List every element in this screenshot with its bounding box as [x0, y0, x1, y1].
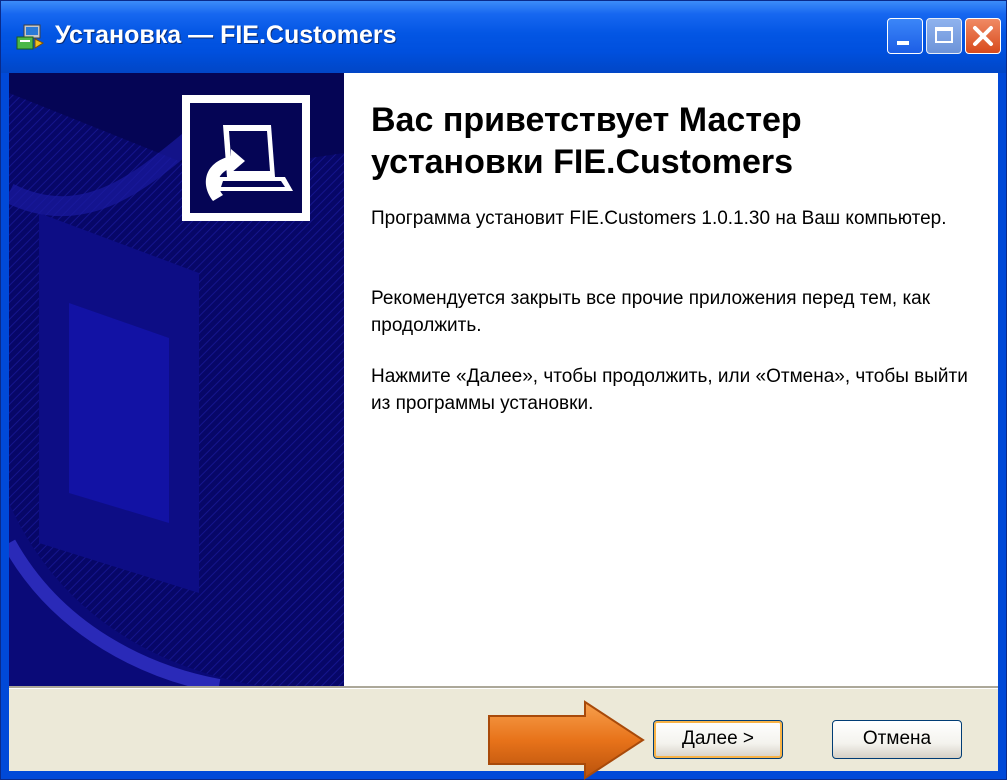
banner-artwork	[9, 73, 344, 686]
wizard-content: Вас приветствует Мастер установки FIE.Cu…	[344, 73, 998, 686]
close-button[interactable]	[965, 18, 1001, 54]
wizard-banner	[9, 73, 344, 686]
install-description: Программа установит FIE.Customers 1.0.1.…	[371, 208, 947, 229]
next-cancel-instructions: Нажмите «Далее», чтобы продолжить, или «…	[371, 366, 968, 414]
installer-window: Установка — FIE.Customers Вас приветству…	[0, 0, 1007, 780]
next-button-label: алее >	[694, 728, 755, 749]
title-bar[interactable]: Установка — FIE.Customers	[1, 1, 1006, 73]
next-button[interactable]: Далее >	[653, 720, 783, 759]
cancel-button-label: Отмена	[862, 728, 932, 749]
welcome-heading: Вас приветствует Мастер установки FIE.Cu…	[371, 101, 802, 181]
window-title: Установка — FIE.Customers	[55, 21, 397, 49]
close-apps-recommendation: Рекомендуется закрыть все прочие приложе…	[371, 288, 931, 336]
wizard-client-area: Вас приветствует Мастер установки FIE.Cu…	[9, 73, 998, 771]
close-icon	[973, 26, 993, 46]
installer-icon	[16, 24, 45, 50]
orange-arrow-pointer	[488, 700, 645, 780]
minimize-button[interactable]	[887, 18, 923, 54]
next-hotkey-letter: Д	[681, 728, 695, 749]
cancel-button[interactable]: Отмена	[832, 720, 962, 759]
maximize-button[interactable]	[926, 18, 962, 54]
button-area-divider	[9, 686, 998, 689]
